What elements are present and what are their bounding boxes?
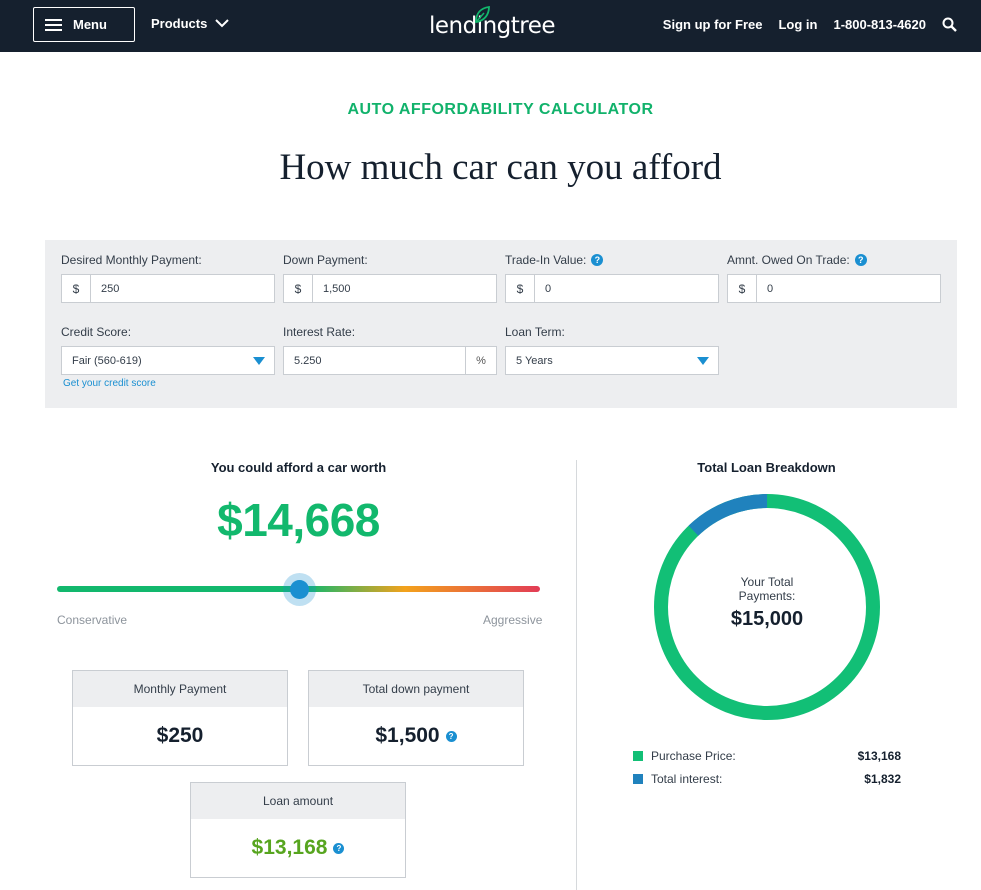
trade-in-label-row: Trade-In Value: ? bbox=[505, 253, 604, 267]
legend-value: $13,168 bbox=[857, 749, 901, 763]
amount-owed-label-row: Amnt. Owed On Trade: ? bbox=[727, 253, 867, 267]
credit-score-value: Fair (560-619) bbox=[72, 354, 142, 367]
card-label: Monthly Payment bbox=[73, 671, 287, 707]
page-title: How much car can you afford bbox=[279, 147, 722, 188]
phone-link[interactable]: 1-800-813-4620 bbox=[833, 17, 926, 32]
help-icon[interactable]: ? bbox=[445, 730, 457, 742]
interest-rate-label: Interest Rate: bbox=[283, 325, 356, 339]
loan-term-value: 5 Years bbox=[516, 354, 553, 367]
slider-max-label: Aggressive bbox=[483, 613, 543, 627]
donut-center-text: Your Total Payments: $15,000 bbox=[651, 575, 883, 631]
top-navigation-bar: Menu Products lendingtree Sign up for Fr… bbox=[0, 0, 981, 52]
signup-link[interactable]: Sign up for Free bbox=[663, 17, 763, 32]
dollar-prefix: $ bbox=[62, 275, 91, 302]
column-divider bbox=[576, 460, 577, 890]
calculator-eyebrow: AUTO AFFORDABILITY CALCULATOR bbox=[347, 101, 654, 118]
monthly-payment-input[interactable]: $ 250 bbox=[61, 274, 275, 303]
trade-in-field: Trade-In Value: ? $ 0 bbox=[505, 253, 719, 303]
down-payment-amount: $1,500 bbox=[375, 724, 440, 747]
total-payments-label: Your Total Payments: bbox=[738, 575, 796, 603]
lendingtree-logo[interactable]: lendingtree bbox=[429, 6, 556, 46]
legend-value: $1,832 bbox=[864, 772, 901, 786]
down-payment-label: Down Payment: bbox=[283, 253, 368, 267]
search-icon[interactable] bbox=[942, 17, 957, 32]
amount-owed-label: Amnt. Owed On Trade: bbox=[727, 253, 850, 267]
help-icon[interactable]: ? bbox=[333, 842, 345, 854]
help-icon[interactable]: ? bbox=[854, 254, 867, 266]
login-link[interactable]: Log in bbox=[778, 17, 817, 32]
trade-in-input[interactable]: $ 0 bbox=[505, 274, 719, 303]
dollar-prefix: $ bbox=[284, 275, 313, 302]
legend-swatch bbox=[633, 774, 643, 784]
interest-rate-value: 5.250 bbox=[294, 354, 322, 367]
credit-score-field: Credit Score: Fair (560-619) bbox=[61, 325, 275, 375]
monthly-payment-amount: $250 bbox=[156, 724, 204, 747]
legend-label: Purchase Price: bbox=[651, 749, 736, 763]
card-label: Total down payment bbox=[309, 671, 523, 707]
loan-term-select[interactable]: 5 Years bbox=[505, 346, 719, 375]
menu-label: Menu bbox=[73, 17, 107, 32]
monthly-payment-field: Desired Monthly Payment: $ 250 bbox=[61, 253, 275, 303]
credit-score-select[interactable]: Fair (560-619) bbox=[61, 346, 275, 375]
calculator-inputs-panel: Desired Monthly Payment: $ 250 Down Paym… bbox=[45, 240, 957, 408]
down-payment-card: Total down payment $1,500 ? bbox=[308, 670, 524, 766]
card-value: $1,500 ? bbox=[309, 707, 523, 765]
loan-amount-value: $13,168 bbox=[251, 836, 328, 859]
card-value: $13,168 ? bbox=[191, 819, 405, 877]
products-dropdown[interactable]: Products bbox=[151, 16, 230, 31]
chevron-down-icon bbox=[215, 19, 230, 28]
card-value: $250 bbox=[73, 707, 287, 765]
legend-purchase-price: Purchase Price: $13,168 bbox=[633, 749, 901, 763]
down-payment-value: 1,500 bbox=[323, 282, 351, 295]
afford-title: You could afford a car worth bbox=[210, 460, 387, 475]
legend-total-interest: Total interest: $1,832 bbox=[633, 772, 901, 786]
loan-amount-card: Loan amount $13,168 ? bbox=[190, 782, 406, 878]
credit-score-label: Credit Score: bbox=[61, 325, 132, 339]
header-links: Sign up for Free Log in 1-800-813-4620 bbox=[647, 17, 957, 32]
monthly-payment-card: Monthly Payment $250 bbox=[72, 670, 288, 766]
percent-suffix: % bbox=[465, 347, 496, 374]
trade-in-value: 0 bbox=[545, 282, 552, 295]
get-credit-score-link[interactable]: Get your credit score bbox=[63, 378, 156, 389]
slider-min-label: Conservative bbox=[57, 613, 128, 627]
help-icon[interactable]: ? bbox=[591, 254, 604, 266]
dollar-prefix: $ bbox=[728, 275, 757, 302]
total-payments-value: $15,000 bbox=[730, 608, 804, 630]
amount-owed-value: 0 bbox=[767, 282, 774, 295]
afford-value: $14,668 bbox=[217, 494, 380, 546]
dropdown-caret-icon bbox=[697, 357, 709, 365]
legend-label: Total interest: bbox=[651, 772, 723, 786]
logo-text: lendingtree bbox=[429, 13, 556, 39]
amount-owed-input[interactable]: $ 0 bbox=[727, 274, 941, 303]
down-payment-field: Down Payment: $ 1,500 bbox=[283, 253, 497, 303]
monthly-payment-value: 250 bbox=[101, 282, 120, 295]
amount-owed-field: Amnt. Owed On Trade: ? $ 0 bbox=[727, 253, 941, 303]
loan-term-label: Loan Term: bbox=[505, 325, 565, 339]
card-label: Loan amount bbox=[191, 783, 405, 819]
dropdown-caret-icon bbox=[253, 357, 265, 365]
dollar-prefix: $ bbox=[506, 275, 535, 302]
legend-swatch bbox=[633, 751, 643, 761]
interest-rate-field: Interest Rate: 5.250 % bbox=[283, 325, 497, 375]
hamburger-icon bbox=[45, 18, 62, 31]
down-payment-input[interactable]: $ 1,500 bbox=[283, 274, 497, 303]
breakdown-title: Total Loan Breakdown bbox=[697, 460, 836, 475]
affordability-slider-thumb[interactable] bbox=[290, 580, 309, 599]
menu-button[interactable]: Menu bbox=[33, 7, 135, 42]
leaf-icon bbox=[475, 6, 490, 24]
interest-rate-input[interactable]: 5.250 % bbox=[283, 346, 497, 375]
products-label: Products bbox=[151, 16, 208, 31]
loan-term-field: Loan Term: 5 Years bbox=[505, 325, 719, 375]
trade-in-label: Trade-In Value: bbox=[505, 253, 587, 267]
monthly-payment-label: Desired Monthly Payment: bbox=[61, 253, 202, 267]
